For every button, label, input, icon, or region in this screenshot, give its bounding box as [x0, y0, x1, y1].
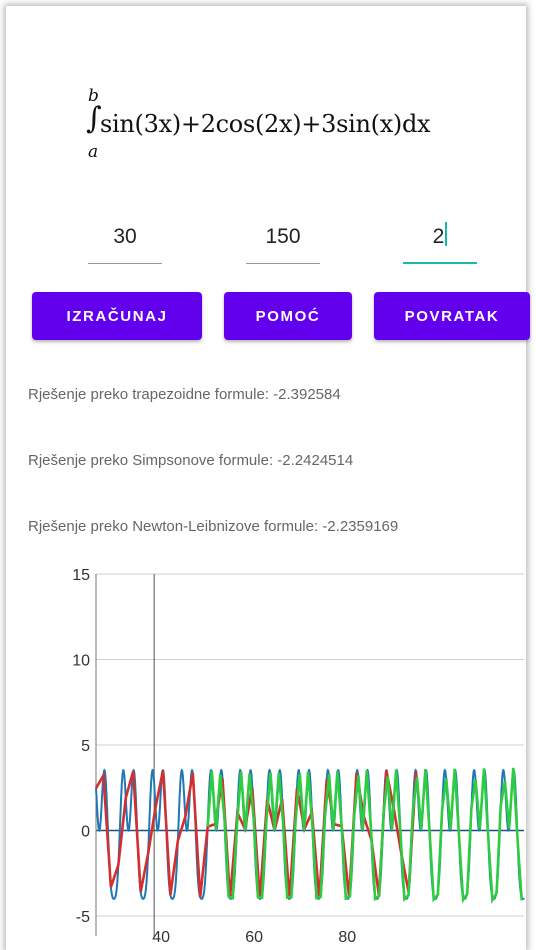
back-button[interactable]: POVRATAK: [374, 292, 530, 340]
y-tick-label: -5: [76, 909, 90, 926]
upper-bound-value: 150: [265, 225, 301, 248]
x-tick-label: 80: [338, 929, 356, 946]
trapezoid-result: Rješenje preko trapezoidne formule: -2.3…: [28, 386, 341, 403]
input-underline: [88, 263, 162, 264]
x-tick-label: 60: [245, 929, 263, 946]
newton-leibniz-result: Rješenje preko Newton-Leibnizove formule…: [28, 518, 399, 535]
lower-limit: a: [88, 142, 99, 162]
integral-formula: b ∫ sin(3x)+2cos(2x)+3sin(x)dx a: [86, 86, 516, 166]
lower-bound-input[interactable]: 30: [88, 220, 162, 264]
integrand-expression: sin(3x)+2cos(2x)+3sin(x)dx: [100, 110, 431, 138]
y-tick-label: 15: [72, 567, 90, 584]
series-line-simpson: [206, 767, 523, 905]
text-cursor: [445, 222, 448, 246]
y-tick-label: 10: [72, 653, 90, 670]
integral-chart: -5 0 5 10 15 40 60 80: [72, 567, 525, 946]
steps-input[interactable]: 2: [403, 220, 477, 264]
steps-value: 2: [432, 225, 445, 248]
simpson-result: Rješenje preko Simpsonove formule: -2.24…: [28, 452, 354, 469]
input-underline: [246, 263, 320, 264]
y-tick-label: 5: [81, 738, 90, 755]
x-tick-label: 40: [152, 929, 170, 946]
lower-bound-value: 30: [113, 225, 137, 248]
y-tick-label: 0: [81, 824, 90, 841]
calculate-button[interactable]: IZRAČUNAJ: [32, 292, 202, 340]
input-underline-focused: [403, 262, 477, 264]
upper-bound-input[interactable]: 150: [246, 220, 320, 264]
help-button[interactable]: POMOĆ: [224, 292, 352, 340]
